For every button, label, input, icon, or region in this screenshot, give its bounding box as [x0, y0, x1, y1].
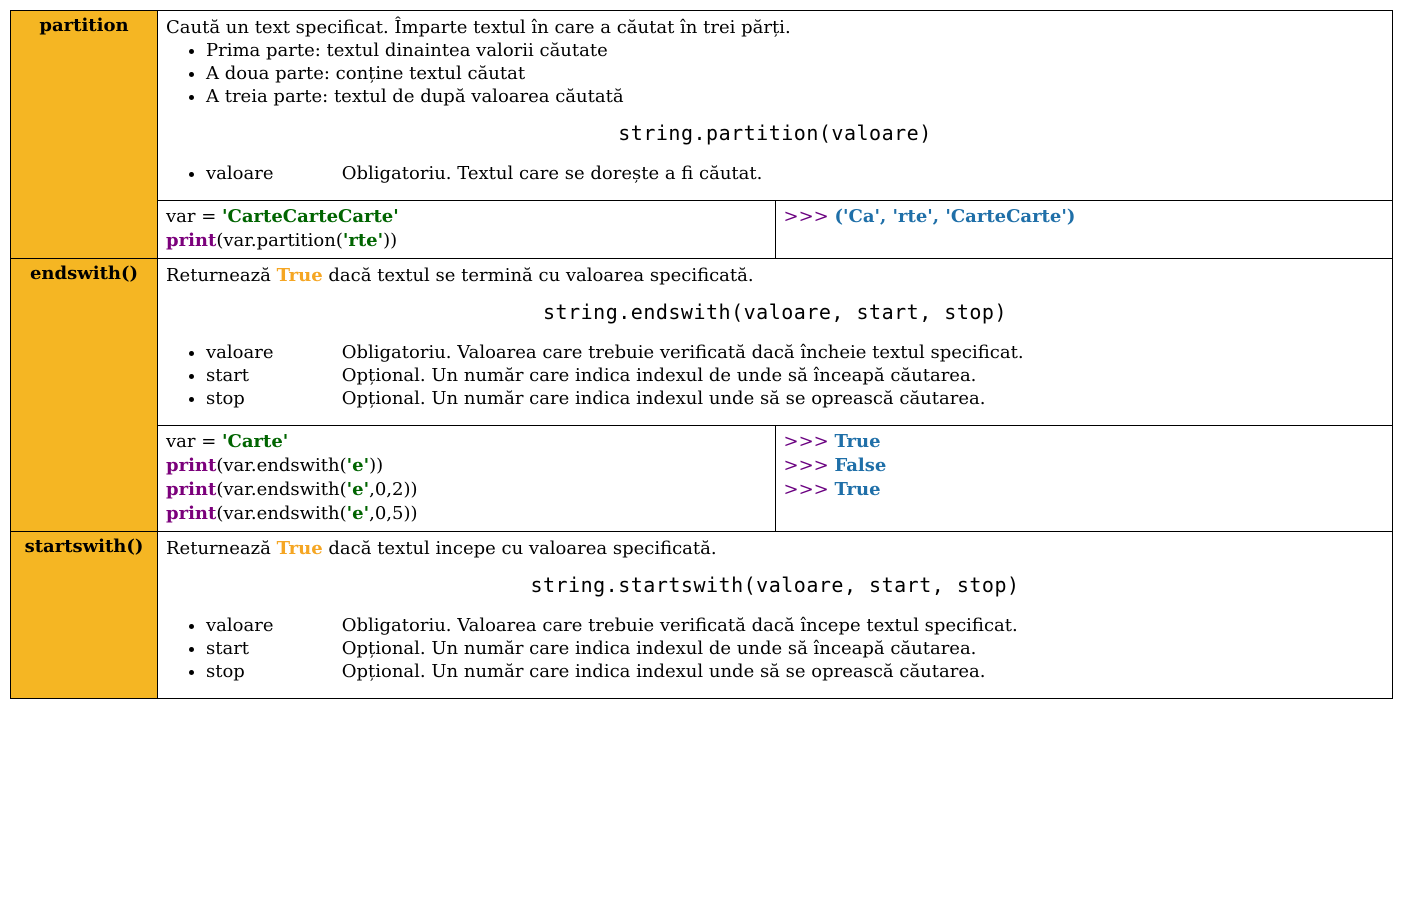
desc-text: dacă textul se termină cu valoarea speci…: [323, 265, 754, 286]
param-name: stop: [206, 388, 336, 409]
true-keyword: True: [277, 265, 323, 286]
code-text: )): [369, 455, 383, 476]
method-name-cell: endswith(): [11, 258, 158, 531]
list-item: valoare Obligatoriu. Valoarea care trebu…: [206, 615, 1384, 636]
desc-intro: Caută un text specificat. Împarte textul…: [166, 17, 1384, 38]
code-cell: var = 'Carte' print(var.endswith('e')) p…: [158, 425, 776, 531]
true-keyword: True: [277, 538, 323, 559]
list-item: A doua parte: conține textul căutat: [206, 63, 1384, 84]
print-keyword: print: [166, 455, 216, 476]
output-line: >>> True: [784, 430, 1385, 454]
code-text: (var.endswith(: [216, 455, 346, 476]
string-literal: 'Carte': [222, 431, 288, 452]
method-name-cell: partition: [11, 11, 158, 259]
list-item: valoare Obligatoriu. Textul care se dore…: [206, 163, 1384, 184]
description-cell: Caută un text specificat. Împarte textul…: [158, 11, 1393, 201]
table-row: partition Caută un text specificat. Împa…: [11, 11, 1393, 201]
list-item: Prima parte: textul dinaintea valorii că…: [206, 40, 1384, 61]
desc-text: Returnează: [166, 265, 277, 286]
print-keyword: print: [166, 230, 216, 251]
code-text: (var.partition(: [216, 230, 343, 251]
param-desc: Opțional. Un număr care indica indexul u…: [342, 388, 986, 409]
string-literal: 'rte': [343, 230, 383, 251]
code-line: var = 'Carte': [166, 430, 767, 454]
code-text: var =: [166, 206, 222, 227]
print-keyword: print: [166, 479, 216, 500]
output-value: True: [834, 431, 880, 452]
desc-bullets: Prima parte: textul dinaintea valorii că…: [206, 40, 1384, 107]
output-cell: >>> True >>> False >>> True: [775, 425, 1393, 531]
desc-intro: Returnează True dacă textul se termină c…: [166, 265, 1384, 286]
table-row: startswith() Returnează True dacă textul…: [11, 531, 1393, 698]
description-cell: Returnează True dacă textul incepe cu va…: [158, 531, 1393, 698]
params-list: valoare Obligatoriu. Valoarea care trebu…: [206, 342, 1384, 409]
prompt: >>>: [784, 206, 835, 227]
signature: string.startswith(valoare, start, stop): [166, 573, 1384, 597]
table-row: var = 'CarteCarteCarte' print(var.partit…: [11, 201, 1393, 259]
output-line: >>> False: [784, 454, 1385, 478]
signature: string.partition(valoare): [166, 121, 1384, 145]
list-item: stop Opțional. Un număr care indica inde…: [206, 388, 1384, 409]
methods-table: partition Caută un text specificat. Împa…: [10, 10, 1393, 699]
table-row: endswith() Returnează True dacă textul s…: [11, 258, 1393, 425]
output-value: ('Ca', 'rte', 'CarteCarte'): [834, 206, 1075, 227]
param-desc: Opțional. Un număr care indica indexul d…: [342, 365, 977, 386]
param-desc: Obligatoriu. Valoarea care trebuie verif…: [342, 615, 1018, 636]
param-desc: Obligatoriu. Textul care se dorește a fi…: [342, 163, 763, 184]
code-line: print(var.endswith('e',0,5)): [166, 502, 767, 526]
string-literal: 'e': [347, 479, 369, 500]
param-desc: Obligatoriu. Valoarea care trebuie verif…: [342, 342, 1024, 363]
param-name: valoare: [206, 163, 336, 184]
param-name: valoare: [206, 342, 336, 363]
print-keyword: print: [166, 503, 216, 524]
code-text: (var.endswith(: [216, 479, 346, 500]
desc-text: Returnează: [166, 538, 277, 559]
output-line: >>> True: [784, 478, 1385, 502]
code-text: (var.endswith(: [216, 503, 346, 524]
table-row: var = 'Carte' print(var.endswith('e')) p…: [11, 425, 1393, 531]
list-item: stop Opțional. Un număr care indica inde…: [206, 661, 1384, 682]
param-desc: Opțional. Un număr care indica indexul u…: [342, 661, 986, 682]
prompt: >>>: [784, 431, 835, 452]
code-line: print(var.partition('rte')): [166, 229, 767, 253]
param-name: valoare: [206, 615, 336, 636]
code-line: var = 'CarteCarteCarte': [166, 205, 767, 229]
string-literal: 'e': [347, 503, 369, 524]
output-line: >>> ('Ca', 'rte', 'CarteCarte'): [784, 205, 1385, 229]
params-list: valoare Obligatoriu. Valoarea care trebu…: [206, 615, 1384, 682]
params-list: valoare Obligatoriu. Textul care se dore…: [206, 163, 1384, 184]
list-item: start Opțional. Un număr care indica ind…: [206, 365, 1384, 386]
desc-text: dacă textul incepe cu valoarea specifica…: [323, 538, 717, 559]
param-name: stop: [206, 661, 336, 682]
prompt: >>>: [784, 455, 835, 476]
string-literal: 'e': [347, 455, 369, 476]
output-cell: >>> ('Ca', 'rte', 'CarteCarte'): [775, 201, 1393, 259]
code-text: )): [383, 230, 397, 251]
param-desc: Opțional. Un număr care indica indexul d…: [342, 638, 977, 659]
code-cell: var = 'CarteCarteCarte' print(var.partit…: [158, 201, 776, 259]
code-text: ,0,2)): [369, 479, 417, 500]
param-name: start: [206, 365, 336, 386]
string-literal: 'CarteCarteCarte': [222, 206, 399, 227]
method-name-cell: startswith(): [11, 531, 158, 698]
output-value: False: [834, 455, 886, 476]
description-cell: Returnează True dacă textul se termină c…: [158, 258, 1393, 425]
output-value: True: [834, 479, 880, 500]
list-item: A treia parte: textul de după valoarea c…: [206, 86, 1384, 107]
code-line: print(var.endswith('e',0,2)): [166, 478, 767, 502]
desc-intro: Returnează True dacă textul incepe cu va…: [166, 538, 1384, 559]
code-line: print(var.endswith('e')): [166, 454, 767, 478]
prompt: >>>: [784, 479, 835, 500]
code-text: ,0,5)): [369, 503, 417, 524]
list-item: valoare Obligatoriu. Valoarea care trebu…: [206, 342, 1384, 363]
list-item: start Opțional. Un număr care indica ind…: [206, 638, 1384, 659]
code-text: var =: [166, 431, 222, 452]
param-name: start: [206, 638, 336, 659]
signature: string.endswith(valoare, start, stop): [166, 300, 1384, 324]
